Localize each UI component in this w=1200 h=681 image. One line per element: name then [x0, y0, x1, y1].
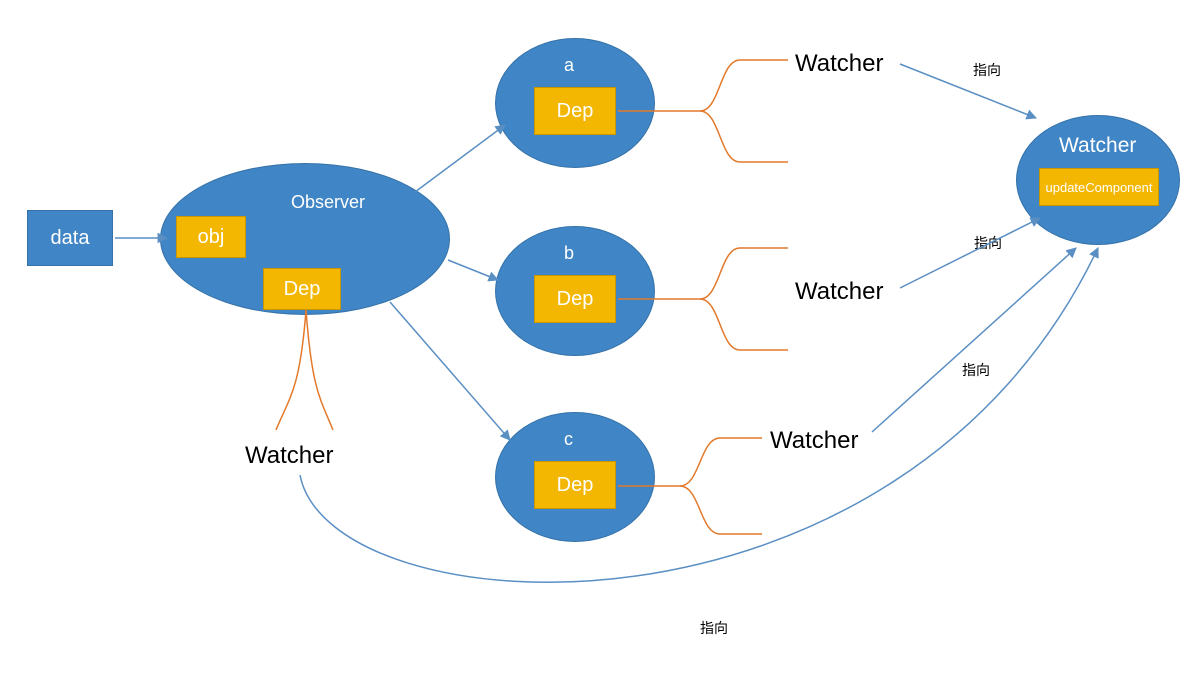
arrow-bottom-watcher-node [300, 248, 1098, 582]
arrow-watcher-c-node [872, 248, 1076, 432]
point-label-3: 指向 [962, 360, 990, 380]
c-node: c Dep [495, 412, 655, 542]
bracket-b-bottom [700, 299, 788, 350]
observer-obj-box: obj [176, 216, 246, 258]
arrow-observer-b [448, 260, 498, 280]
arrow-observer-c [390, 302, 510, 440]
c-dep-box: Dep [534, 461, 616, 509]
watcher-content-label: updateComponent [1046, 180, 1153, 195]
b-title: b [564, 243, 574, 264]
bracket-observer-dep-right [306, 310, 333, 430]
watcher-label-a: Watcher [795, 50, 883, 78]
watcher-content-box: updateComponent [1039, 168, 1159, 206]
observer-obj-label: obj [198, 226, 225, 249]
arrow-observer-a [415, 125, 505, 192]
point-label-4: 指向 [700, 618, 728, 638]
a-title: a [564, 55, 574, 76]
a-node: a Dep [495, 38, 655, 168]
bracket-c-bottom [680, 486, 762, 534]
observer-dep-label: Dep [284, 278, 321, 301]
arrow-watcher-a-node [900, 64, 1036, 118]
watcher-node: Watcher updateComponent [1016, 115, 1180, 245]
observer-dep-box: Dep [263, 268, 341, 310]
watcher-label-c: Watcher [770, 427, 858, 455]
bracket-observer-dep-left [276, 310, 306, 430]
arrow-watcher-b-node [900, 218, 1040, 288]
watcher-label-bottom: Watcher [245, 442, 333, 470]
b-node: b Dep [495, 226, 655, 356]
bracket-a-bottom [700, 111, 788, 162]
b-dep-label: Dep [557, 288, 594, 311]
point-label-1: 指向 [973, 60, 1001, 80]
observer-node: Observer obj Dep [160, 163, 450, 315]
c-dep-label: Dep [557, 474, 594, 497]
data-label: data [51, 227, 90, 250]
a-dep-label: Dep [557, 100, 594, 123]
point-label-2: 指向 [974, 233, 1002, 253]
a-dep-box: Dep [534, 87, 616, 135]
data-node: data [27, 210, 113, 266]
c-title: c [564, 429, 573, 450]
b-dep-box: Dep [534, 275, 616, 323]
observer-title: Observer [291, 192, 365, 213]
watcher-node-title: Watcher [1059, 134, 1136, 158]
watcher-label-b: Watcher [795, 278, 883, 306]
